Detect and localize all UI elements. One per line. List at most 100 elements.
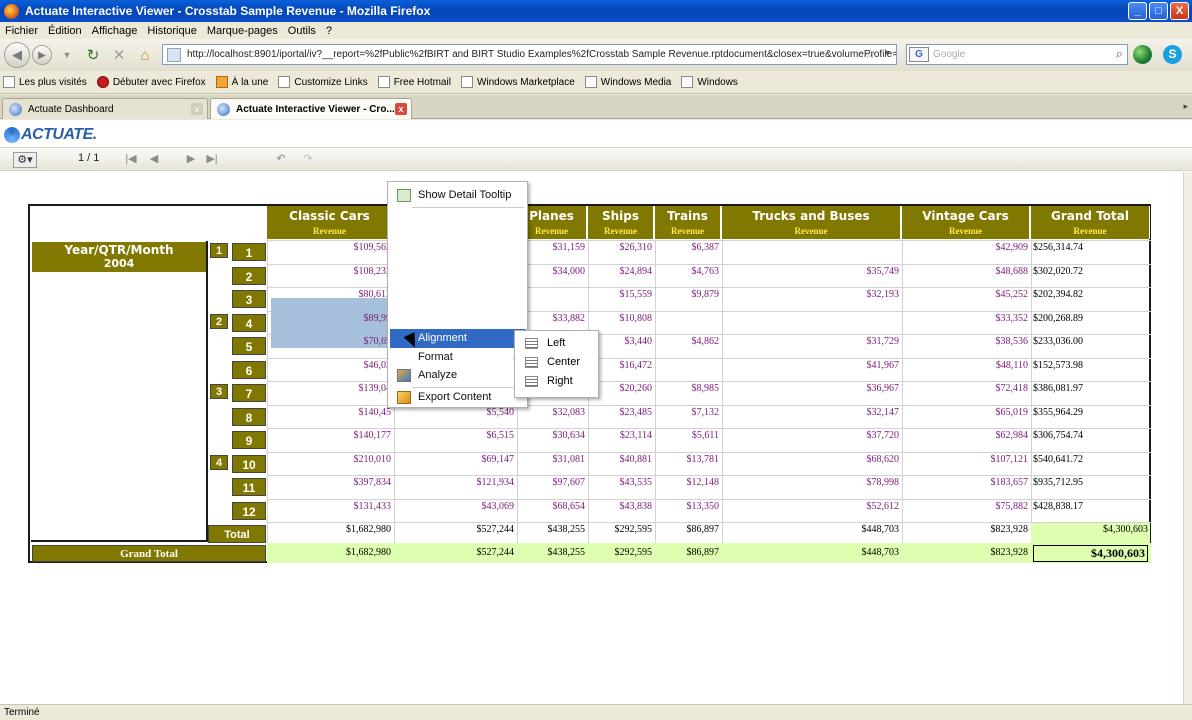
- column-header[interactable]: Trucks and Buses: [722, 206, 901, 225]
- data-cell[interactable]: $200,268.89: [1031, 313, 1150, 329]
- total-cell[interactable]: $527,244: [394, 524, 516, 540]
- data-cell[interactable]: [655, 313, 721, 329]
- next-page-icon[interactable]: ▶: [183, 151, 199, 167]
- align-right-option[interactable]: Right: [517, 372, 597, 391]
- data-cell[interactable]: $32,083: [517, 407, 587, 423]
- data-cell[interactable]: $107,121: [902, 454, 1030, 470]
- data-cell[interactable]: $13,781: [655, 454, 721, 470]
- url-dropdown-icon[interactable]: ▼: [883, 48, 892, 58]
- month-label[interactable]: 10: [232, 454, 266, 473]
- month-label[interactable]: 6: [232, 360, 266, 379]
- column-header[interactable]: Vintage Cars: [902, 206, 1030, 225]
- grand-total-cell[interactable]: $1,682,980: [267, 547, 393, 563]
- data-cell[interactable]: $109,562: [267, 242, 393, 258]
- data-cell[interactable]: $24,894: [588, 266, 654, 282]
- tab-close-icon[interactable]: x: [191, 103, 203, 115]
- align-center-option[interactable]: Center: [517, 353, 597, 372]
- data-cell[interactable]: $32,193: [722, 289, 901, 305]
- data-cell[interactable]: $6,515: [394, 430, 516, 446]
- month-label[interactable]: 9: [232, 431, 266, 449]
- data-cell[interactable]: $397,834: [267, 477, 393, 493]
- data-cell[interactable]: $36,967: [722, 383, 901, 399]
- month-label[interactable]: 1: [232, 243, 266, 261]
- menu-help[interactable]: ?: [323, 25, 339, 37]
- data-cell[interactable]: $428,838.17: [1031, 501, 1150, 517]
- total-cell[interactable]: $448,703: [722, 524, 901, 540]
- bookmark-windows-media[interactable]: Windows Media: [584, 76, 671, 88]
- data-cell[interactable]: $75,882: [902, 501, 1030, 517]
- data-cell[interactable]: $68,654: [517, 501, 587, 517]
- data-cell[interactable]: $140,177: [267, 430, 393, 446]
- quarter-label[interactable]: 4: [210, 454, 228, 470]
- data-cell[interactable]: $6,387: [655, 242, 721, 258]
- forward-button[interactable]: ▶: [32, 45, 52, 65]
- data-cell[interactable]: $302,020.72: [1031, 266, 1150, 282]
- month-label[interactable]: 5: [232, 337, 266, 355]
- data-cell[interactable]: $97,607: [517, 477, 587, 493]
- data-cell[interactable]: $62,984: [902, 430, 1030, 446]
- total-cell[interactable]: $292,595: [588, 524, 654, 540]
- data-cell[interactable]: $72,418: [902, 383, 1030, 399]
- menu-affichage[interactable]: Affichage: [89, 25, 145, 37]
- menu-show-detail-tooltip[interactable]: Show Detail Tooltip: [390, 186, 526, 205]
- total-cell[interactable]: $823,928: [902, 524, 1030, 540]
- menu-analyze[interactable]: Analyze: [390, 366, 526, 385]
- data-cell[interactable]: $52,612: [722, 501, 901, 517]
- total-cell[interactable]: $1,682,980: [267, 524, 393, 540]
- data-cell[interactable]: $12,148: [655, 477, 721, 493]
- back-button[interactable]: ◀: [4, 42, 30, 68]
- first-page-icon[interactable]: |◀: [123, 151, 139, 167]
- minimize-button[interactable]: _: [1128, 2, 1147, 20]
- menu-outils[interactable]: Outils: [285, 25, 323, 37]
- data-cell[interactable]: $35,749: [722, 266, 901, 282]
- data-cell[interactable]: $355,964.29: [1031, 407, 1150, 423]
- data-cell[interactable]: $140,45: [267, 407, 393, 423]
- month-label[interactable]: 7: [232, 384, 266, 402]
- undo-icon[interactable]: ↶: [273, 151, 289, 167]
- data-cell[interactable]: $41,967: [722, 360, 901, 376]
- data-cell[interactable]: $80,612: [267, 289, 393, 305]
- grand-total-cell[interactable]: $4,300,603: [1033, 545, 1148, 562]
- total-cell[interactable]: $4,300,603: [1031, 524, 1150, 540]
- bookmark-windows-marketplace[interactable]: Windows Marketplace: [460, 76, 575, 88]
- month-label[interactable]: 3: [232, 290, 266, 308]
- month-label[interactable]: 8: [232, 407, 266, 426]
- menu-historique[interactable]: Historique: [144, 25, 204, 37]
- data-cell[interactable]: $43,838: [588, 501, 654, 517]
- data-cell[interactable]: $43,069: [394, 501, 516, 517]
- bookmark-windows[interactable]: Windows: [681, 76, 738, 88]
- search-engine-icon[interactable]: G: [909, 47, 929, 62]
- data-cell[interactable]: $68,620: [722, 454, 901, 470]
- total-cell[interactable]: $438,255: [517, 524, 587, 540]
- data-cell[interactable]: $40,881: [588, 454, 654, 470]
- bookmark-headlines[interactable]: À la une: [215, 76, 268, 88]
- skype-icon[interactable]: S: [1163, 45, 1182, 64]
- tab-close-icon[interactable]: x: [395, 103, 407, 115]
- search-input[interactable]: G Google ⌕: [906, 44, 1128, 65]
- data-cell[interactable]: $31,729: [722, 336, 901, 352]
- data-cell[interactable]: $42,909: [902, 242, 1030, 258]
- data-cell[interactable]: $69,147: [394, 454, 516, 470]
- column-header[interactable]: Classic Cars: [267, 206, 393, 225]
- data-cell[interactable]: $26,310: [588, 242, 654, 258]
- data-cell[interactable]: $4,862: [655, 336, 721, 352]
- data-cell[interactable]: $131,433: [267, 501, 393, 517]
- menu-edition[interactable]: Édition: [45, 25, 89, 37]
- bookmark-free-hotmail[interactable]: Free Hotmail: [377, 76, 451, 88]
- data-cell[interactable]: $89,99: [267, 313, 393, 329]
- total-cell[interactable]: $86,897: [655, 524, 721, 540]
- column-header[interactable]: Grand Total: [1031, 206, 1150, 225]
- data-cell[interactable]: $306,754.74: [1031, 430, 1150, 446]
- data-cell[interactable]: $23,485: [588, 407, 654, 423]
- grand-total-cell[interactable]: $292,595: [588, 547, 654, 563]
- data-cell[interactable]: [722, 242, 901, 258]
- gear-menu-icon[interactable]: ⚙▾: [13, 152, 37, 168]
- data-cell[interactable]: $256,314.74: [1031, 242, 1150, 258]
- bookmark-customize-links[interactable]: Customize Links: [278, 76, 368, 88]
- data-cell[interactable]: $46,02: [267, 360, 393, 376]
- last-page-icon[interactable]: ▶|: [204, 151, 220, 167]
- grand-total-cell[interactable]: $527,244: [394, 547, 516, 563]
- data-cell[interactable]: $10,808: [588, 313, 654, 329]
- data-cell[interactable]: $78,998: [722, 477, 901, 493]
- data-cell[interactable]: $13,350: [655, 501, 721, 517]
